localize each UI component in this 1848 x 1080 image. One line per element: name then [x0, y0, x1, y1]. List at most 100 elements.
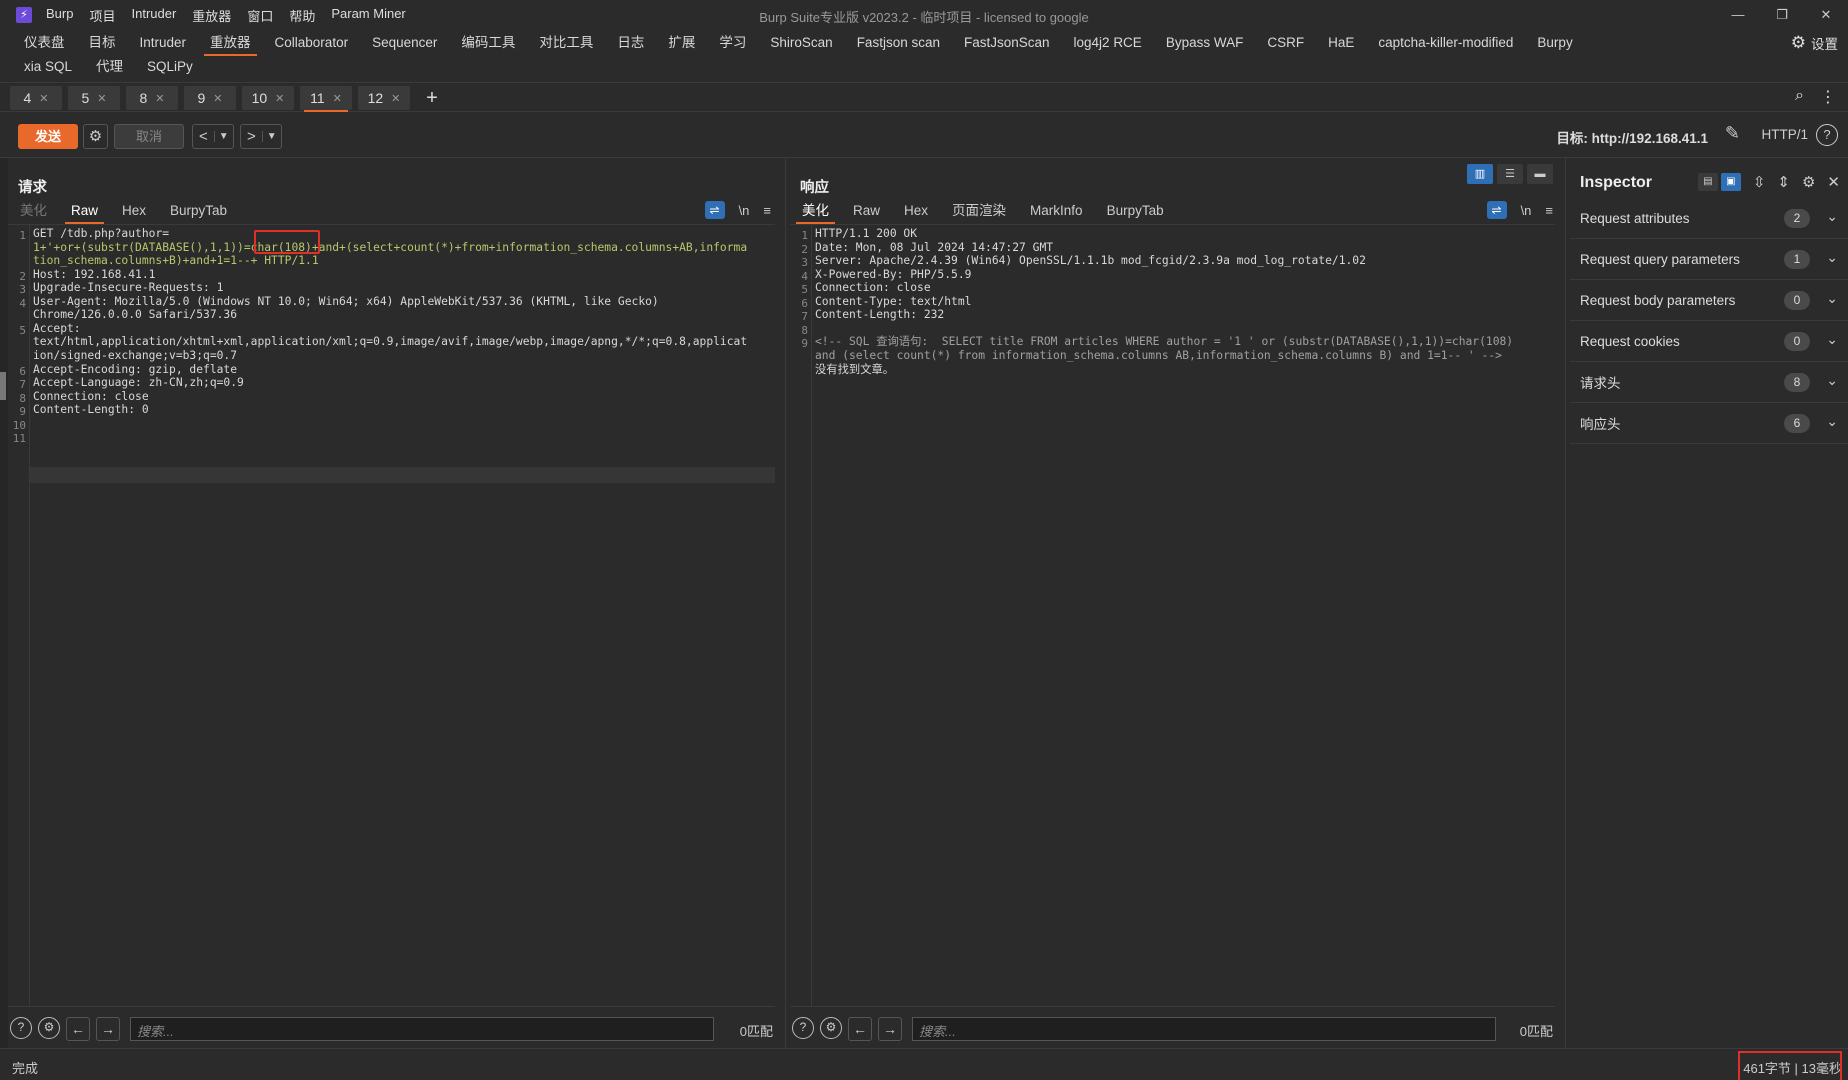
- editor-subtab[interactable]: 美化: [790, 199, 841, 224]
- inspector-section[interactable]: Request query parameters 1 ⌄: [1570, 239, 1848, 280]
- editor-subtab[interactable]: 页面渲染: [940, 199, 1018, 223]
- collapse-all-icon[interactable]: ⇕: [1777, 173, 1790, 191]
- inspector-section[interactable]: Request body parameters 0 ⌄: [1570, 280, 1848, 321]
- tool-tab[interactable]: 扩展: [656, 31, 707, 55]
- dropdown-arrow-icon[interactable]: ▼: [261, 131, 281, 142]
- split-horizontal-icon[interactable]: ▥: [1467, 164, 1493, 184]
- close-window-icon[interactable]: ✕: [1804, 0, 1848, 30]
- close-tab-icon[interactable]: ✕: [391, 92, 400, 105]
- menu-icon[interactable]: ≡: [763, 203, 771, 218]
- editor-subtab[interactable]: Hex: [110, 199, 158, 223]
- close-icon[interactable]: ✕: [1827, 173, 1840, 191]
- tool-tab[interactable]: captcha-killer-modified: [1366, 31, 1525, 55]
- editor-subtab[interactable]: MarkInfo: [1018, 199, 1095, 223]
- tool-tab[interactable]: HaE: [1316, 31, 1366, 55]
- inspector-section[interactable]: 请求头 8 ⌄: [1570, 362, 1848, 403]
- dropdown-arrow-icon[interactable]: ▼: [213, 131, 233, 142]
- tool-tab[interactable]: Bypass WAF: [1154, 31, 1256, 55]
- help-icon[interactable]: ?: [792, 1017, 814, 1039]
- menu-window[interactable]: 窗口: [247, 6, 273, 25]
- tool-tab[interactable]: 对比工具: [527, 31, 605, 55]
- response-search-input[interactable]: 搜索...: [912, 1017, 1496, 1041]
- chevron-down-icon[interactable]: ⌄: [1826, 372, 1838, 389]
- tool-tab[interactable]: 日志: [605, 31, 656, 55]
- inspector-layout-left-icon[interactable]: ▤: [1697, 173, 1718, 191]
- close-tab-icon[interactable]: ✕: [213, 92, 222, 105]
- menu-help[interactable]: 帮助: [289, 6, 315, 25]
- tool-tab[interactable]: SQLiPy: [135, 55, 205, 79]
- request-editor[interactable]: 1 2 3 4 5 6 7 8 9 10 11 GET /tdb.php?author= 1+'+or…: [8, 224, 775, 1006]
- close-tab-icon[interactable]: ✕: [155, 92, 164, 105]
- newline-toggle[interactable]: \n: [1521, 203, 1532, 218]
- history-forward-button[interactable]: > ▼: [240, 124, 282, 149]
- close-tab-icon[interactable]: ✕: [39, 92, 48, 105]
- restore-icon[interactable]: ❐: [1760, 0, 1804, 30]
- word-wrap-icon[interactable]: ⇌: [704, 201, 725, 219]
- gear-icon[interactable]: ⚙: [820, 1017, 842, 1039]
- http-version-selector[interactable]: HTTP/1: [1761, 127, 1808, 142]
- editor-subtab[interactable]: Hex: [892, 199, 940, 223]
- repeater-tab[interactable]: 4 ✕: [10, 86, 62, 110]
- search-icon[interactable]: ⌕: [1795, 87, 1804, 107]
- chevron-down-icon[interactable]: ⌄: [1826, 331, 1838, 348]
- gear-icon[interactable]: ⚙: [1802, 173, 1815, 191]
- close-tab-icon[interactable]: ✕: [97, 92, 106, 105]
- cancel-button[interactable]: 取消: [114, 124, 184, 149]
- tool-tab[interactable]: CSRF: [1255, 31, 1316, 55]
- tool-tab[interactable]: Sequencer: [360, 31, 449, 55]
- tool-tab[interactable]: 编码工具: [449, 31, 527, 55]
- tool-tab[interactable]: Fastjson scan: [845, 31, 952, 55]
- menu-param-miner[interactable]: Param Miner: [331, 6, 405, 25]
- tool-tab[interactable]: Burpy: [1525, 31, 1584, 55]
- menu-project[interactable]: 项目: [89, 6, 115, 25]
- repeater-tab[interactable]: 5 ✕: [68, 86, 120, 110]
- editor-subtab[interactable]: BurpyTab: [158, 199, 239, 223]
- minimize-icon[interactable]: —: [1716, 0, 1760, 30]
- repeater-tab[interactable]: 11 ✕: [300, 86, 352, 112]
- chevron-down-icon[interactable]: ⌄: [1826, 208, 1838, 225]
- repeater-tab[interactable]: 8 ✕: [126, 86, 178, 110]
- word-wrap-icon[interactable]: ⇌: [1486, 201, 1507, 219]
- repeater-tab[interactable]: 12 ✕: [358, 86, 410, 110]
- help-icon[interactable]: ?: [10, 1017, 32, 1039]
- menu-icon[interactable]: ≡: [1545, 203, 1553, 218]
- repeater-tab[interactable]: 10 ✕: [242, 86, 294, 110]
- close-tab-icon[interactable]: ✕: [275, 92, 284, 105]
- editor-subtab[interactable]: 美化: [8, 199, 59, 223]
- inspector-section[interactable]: Request cookies 0 ⌄: [1570, 321, 1848, 362]
- arrow-right-icon[interactable]: →: [96, 1017, 120, 1041]
- expand-all-icon[interactable]: ⇳: [1753, 173, 1766, 191]
- response-editor[interactable]: 123456789 HTTP/1.1 200 OK Date: Mon, 08 J…: [790, 224, 1555, 1006]
- chevron-down-icon[interactable]: ⌄: [1826, 249, 1838, 266]
- repeater-tab[interactable]: 9 ✕: [184, 86, 236, 110]
- tool-tab[interactable]: log4j2 RCE: [1062, 31, 1154, 55]
- editor-subtab[interactable]: BurpyTab: [1095, 199, 1176, 223]
- tool-tab[interactable]: xia SQL: [12, 55, 84, 79]
- arrow-right-icon[interactable]: →: [878, 1017, 902, 1041]
- editor-subtab[interactable]: Raw: [841, 199, 892, 223]
- more-options-icon[interactable]: ⋮: [1820, 87, 1836, 107]
- send-button[interactable]: 发送: [18, 124, 78, 149]
- edit-target-pencil-icon[interactable]: ✎: [1725, 123, 1740, 144]
- inspector-section[interactable]: 响应头 6 ⌄: [1570, 403, 1848, 444]
- tool-tab[interactable]: 仪表盘: [12, 31, 77, 55]
- history-back-button[interactable]: < ▼: [192, 124, 234, 149]
- request-search-input[interactable]: 搜索...: [130, 1017, 714, 1041]
- tool-tab[interactable]: Collaborator: [263, 31, 361, 55]
- tool-tab[interactable]: 学习: [707, 31, 758, 55]
- tool-tab[interactable]: 目标: [77, 31, 128, 55]
- menu-intruder[interactable]: Intruder: [131, 6, 176, 25]
- split-vertical-icon[interactable]: ☰: [1497, 164, 1523, 184]
- add-tab-icon[interactable]: +: [420, 86, 444, 110]
- tool-tab[interactable]: Intruder: [128, 31, 199, 55]
- tool-tab[interactable]: 代理: [84, 55, 135, 79]
- gear-icon[interactable]: ⚙: [38, 1017, 60, 1039]
- tool-tab[interactable]: ShiroScan: [758, 31, 844, 55]
- inspector-layout-right-icon[interactable]: ▣: [1720, 173, 1741, 191]
- tabs-view-icon[interactable]: ▬: [1527, 164, 1553, 184]
- close-tab-icon[interactable]: ✕: [333, 92, 342, 105]
- tool-tab[interactable]: 重放器: [198, 31, 263, 56]
- tool-tab[interactable]: FastJsonScan: [952, 31, 1062, 55]
- menu-burp[interactable]: Burp: [46, 6, 73, 25]
- arrow-left-icon[interactable]: ←: [66, 1017, 90, 1041]
